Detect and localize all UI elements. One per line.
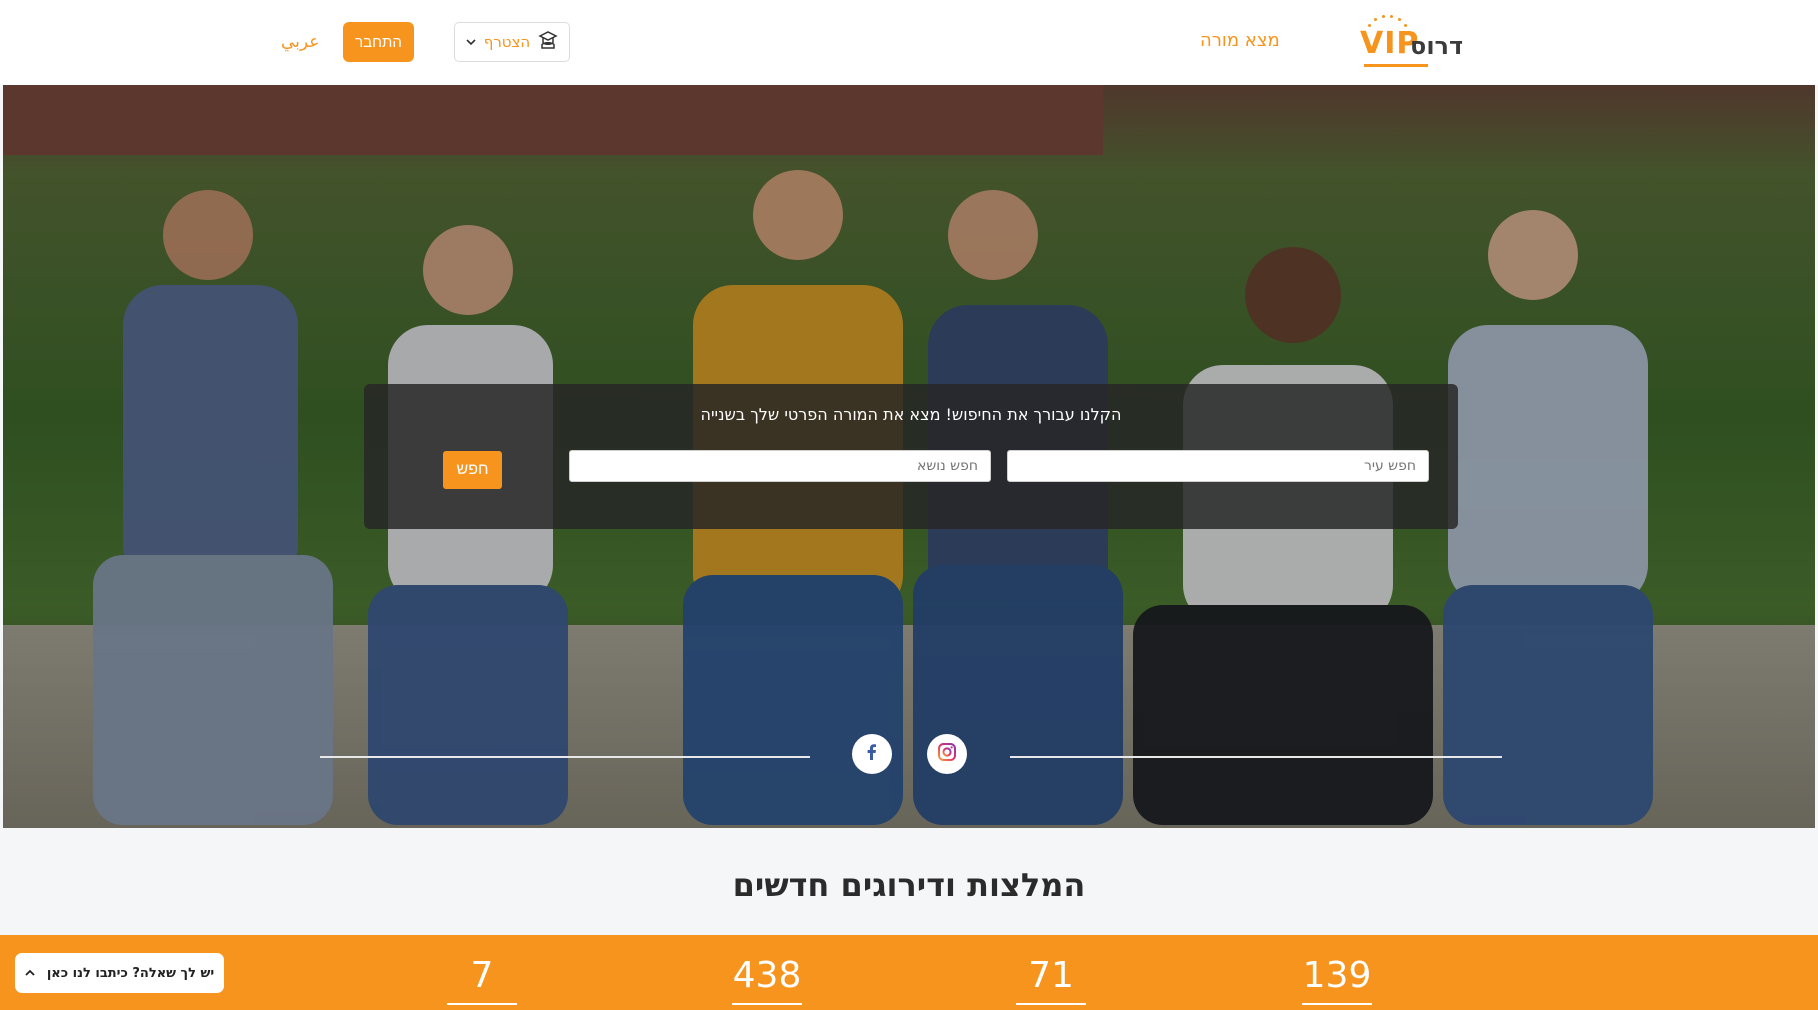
login-button[interactable]: התחבר xyxy=(343,22,414,62)
chevron-up-icon xyxy=(25,966,35,980)
search-panel: הקלנו עבורך את החיפוש! מצא את המורה הפרט… xyxy=(364,384,1458,529)
instagram-icon xyxy=(937,742,957,766)
logo-star xyxy=(1374,18,1377,21)
chat-help-label: יש לך שאלה? כיתבו לנו כאן xyxy=(46,965,215,981)
instagram-link[interactable] xyxy=(927,734,967,774)
stat-underline xyxy=(732,1003,802,1005)
divider-line-right xyxy=(1010,756,1502,758)
stats-bar: 139 71 438 7 xyxy=(0,935,1818,1010)
site-logo[interactable]: VIP דרוס xyxy=(1360,14,1472,70)
join-label: הצטרף xyxy=(483,33,531,51)
logo-underline xyxy=(1364,64,1428,67)
logo-star xyxy=(1390,15,1393,18)
stat-underline xyxy=(447,1003,517,1005)
logo-text: דרוס xyxy=(1410,32,1464,60)
section-heading: המלצות ודירוגים חדשים xyxy=(732,866,1086,904)
facebook-link[interactable] xyxy=(852,734,892,774)
search-button[interactable]: חפש xyxy=(443,451,502,489)
facebook-icon xyxy=(863,743,881,765)
language-switch-link[interactable]: عربي xyxy=(281,32,319,52)
stat-value: 139 xyxy=(1302,955,1372,996)
subject-search-input[interactable] xyxy=(569,450,991,482)
stat-value: 71 xyxy=(1028,955,1074,996)
stat-underline xyxy=(1302,1003,1372,1005)
divider-line-left xyxy=(320,756,810,758)
nav-find-teacher[interactable]: מצא מורה xyxy=(1200,30,1280,51)
chat-help-button[interactable]: יש לך שאלה? כיתבו לנו כאן xyxy=(14,952,225,994)
join-dropdown-button[interactable]: הצטרף xyxy=(454,22,570,62)
graduate-icon xyxy=(538,30,558,54)
stat-underline xyxy=(1016,1003,1086,1005)
hero-banner: הקלנו עבורך את החיפוש! מצא את המורה הפרט… xyxy=(3,85,1815,828)
logo-star xyxy=(1382,15,1385,18)
stat-value: 7 xyxy=(470,955,494,996)
chevron-down-icon xyxy=(466,36,476,49)
logo-star xyxy=(1398,18,1401,21)
search-title: הקלנו עבורך את החיפוש! מצא את המורה הפרט… xyxy=(700,405,1122,424)
stat-value: 438 xyxy=(732,955,802,996)
city-search-input[interactable] xyxy=(1007,450,1429,482)
site-header: VIP דרוס מצא מורה הצטרף התחבר عربي xyxy=(0,0,1818,85)
